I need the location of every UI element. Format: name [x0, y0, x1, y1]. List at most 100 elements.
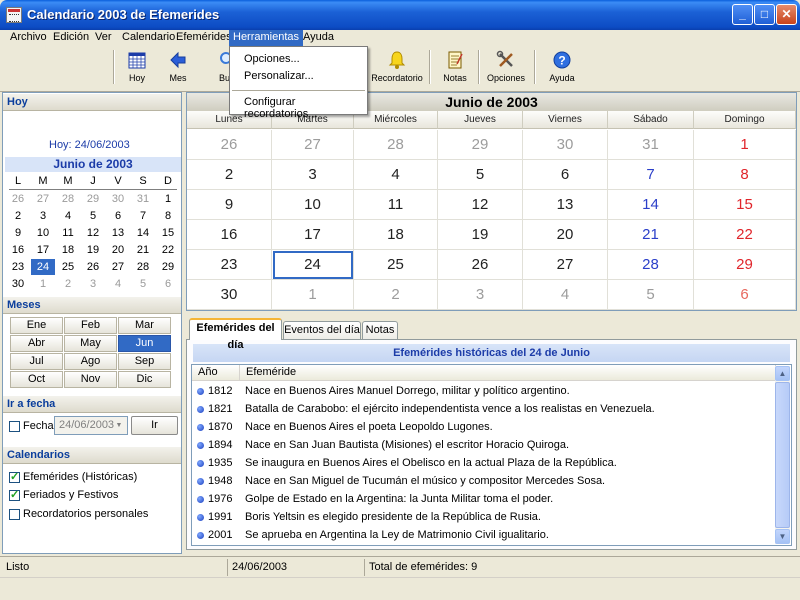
calendar-day-cell[interactable]: 26 [438, 250, 523, 280]
menu-efemerides[interactable]: Efemérides [172, 30, 236, 46]
notas-button[interactable]: Notas [441, 50, 469, 88]
mini-day-cell[interactable]: 3 [31, 208, 55, 224]
mini-day-cell[interactable]: 2 [6, 208, 30, 224]
mini-day-cell[interactable]: 16 [6, 242, 30, 258]
calendar-day-cell[interactable]: 23 [187, 250, 272, 280]
mini-day-cell[interactable]: 2 [56, 276, 80, 292]
opciones-button[interactable]: Opciones [486, 50, 526, 88]
menu-archivo[interactable]: Archivo [6, 30, 51, 46]
ayuda-button[interactable]: ? Ayuda [546, 50, 578, 88]
month-button-jun[interactable]: Jun [118, 335, 171, 352]
close-button[interactable]: ✕ [776, 4, 797, 25]
mini-day-cell[interactable]: 27 [106, 259, 130, 275]
calendar-day-cell[interactable]: 18 [354, 220, 438, 250]
row-year[interactable]: 2001 [208, 529, 232, 541]
month-button-feb[interactable]: Feb [64, 317, 117, 334]
mini-day-cell[interactable]: 15 [156, 225, 180, 241]
calendar-day-cell[interactable]: 1 [272, 280, 354, 310]
calendar-day-cell[interactable]: 19 [438, 220, 523, 250]
mini-day-cell[interactable]: 1 [31, 276, 55, 292]
row-year[interactable]: 1948 [208, 475, 232, 487]
scroll-down-icon[interactable]: ▼ [775, 529, 790, 544]
mini-day-cell[interactable]: 5 [81, 208, 105, 224]
mini-day-cell[interactable]: 7 [131, 208, 155, 224]
month-button-may[interactable]: May [64, 335, 117, 352]
mini-day-cell[interactable]: 10 [31, 225, 55, 241]
mini-day-cell[interactable]: 12 [81, 225, 105, 241]
calendar-day-cell[interactable]: 1 [694, 130, 796, 160]
row-event-text[interactable]: Nace en San Juan Bautista (Misiones) el … [245, 439, 569, 451]
column-header-event[interactable]: Efeméride [240, 365, 776, 381]
menu-item-opciones[interactable]: Opciones... [244, 53, 300, 65]
row-event-text[interactable]: Boris Yeltsin es elegido presidente de l… [245, 511, 541, 523]
month-button-ene[interactable]: Ene [10, 317, 63, 334]
row-year[interactable]: 1894 [208, 439, 232, 451]
calendar-day-cell[interactable]: 30 [187, 280, 272, 310]
calendar-day-cell[interactable]: 15 [694, 190, 796, 220]
mini-day-cell[interactable]: 14 [131, 225, 155, 241]
mini-day-cell[interactable]: 25 [56, 259, 80, 275]
mini-day-cell[interactable]: 23 [6, 259, 30, 275]
calendar-day-cell[interactable]: 27 [523, 250, 608, 280]
mini-day-cell[interactable]: 28 [131, 259, 155, 275]
calendar-day-cell[interactable]: 28 [608, 250, 694, 280]
mini-day-cell[interactable]: 5 [131, 276, 155, 292]
mini-day-cell[interactable]: 8 [156, 208, 180, 224]
mini-day-cell[interactable]: 30 [6, 276, 30, 292]
row-event-text[interactable]: Nace en Buenos Aires el poeta Leopoldo L… [245, 421, 493, 433]
row-year[interactable]: 1935 [208, 457, 232, 469]
scroll-up-icon[interactable]: ▲ [775, 366, 790, 381]
calendar-day-cell[interactable]: 29 [438, 130, 523, 160]
menu-item-personalizar[interactable]: Personalizar... [244, 70, 314, 82]
mini-day-cell[interactable]: 1 [156, 191, 180, 207]
row-event-text[interactable]: Nace en Buenos Aires Manuel Dorrego, mil… [245, 385, 570, 397]
calendar-day-cell[interactable]: 4 [523, 280, 608, 310]
mini-day-cell[interactable]: 4 [56, 208, 80, 224]
menu-item-configurar-recordatorios[interactable]: Configurar recordatorios... [244, 96, 367, 120]
mini-day-cell[interactable]: 24 [31, 259, 55, 275]
calendar-day-cell[interactable]: 12 [438, 190, 523, 220]
menu-calendario[interactable]: Calendario [118, 30, 179, 46]
feriados-checkbox[interactable] [9, 488, 20, 501]
mini-day-cell[interactable]: 26 [6, 191, 30, 207]
calendar-day-cell[interactable]: 22 [694, 220, 796, 250]
mini-day-cell[interactable]: 19 [81, 242, 105, 258]
mini-day-cell[interactable]: 29 [81, 191, 105, 207]
mini-day-cell[interactable]: 30 [106, 191, 130, 207]
menu-ver[interactable]: Ver [91, 30, 116, 46]
calendar-day-cell[interactable]: 29 [694, 250, 796, 280]
minimize-button[interactable]: _ [732, 4, 753, 25]
calendar-day-cell[interactable]: 9 [187, 190, 272, 220]
calendar-day-cell[interactable]: 31 [608, 130, 694, 160]
mini-day-cell[interactable]: 31 [131, 191, 155, 207]
vertical-scrollbar[interactable]: ▲ ▼ [775, 366, 790, 544]
month-button-mar[interactable]: Mar [118, 317, 171, 334]
mini-day-cell[interactable]: 26 [81, 259, 105, 275]
mini-day-cell[interactable]: 6 [156, 276, 180, 292]
recordatorio-button[interactable]: Recordatorio [370, 50, 424, 88]
calendar-day-cell[interactable]: 5 [438, 160, 523, 190]
calendar-day-cell[interactable]: 11 [354, 190, 438, 220]
maximize-button[interactable]: □ [754, 4, 775, 25]
mini-day-cell[interactable]: 27 [31, 191, 55, 207]
recordatorios-checkbox[interactable] [9, 509, 20, 520]
ir-button[interactable]: Ir [131, 416, 178, 435]
calendar-day-cell[interactable]: 25 [354, 250, 438, 280]
mini-day-cell[interactable]: 18 [56, 242, 80, 258]
mes-button[interactable]: Mes [163, 50, 193, 88]
mini-day-cell[interactable]: 3 [81, 276, 105, 292]
menu-herramientas[interactable]: Herramientas [229, 30, 304, 46]
row-year[interactable]: 1991 [208, 511, 232, 523]
mini-day-cell[interactable]: 20 [106, 242, 130, 258]
calendar-day-cell[interactable]: 20 [523, 220, 608, 250]
row-event-text[interactable]: Golpe de Estado en la Argentina: la Junt… [245, 493, 553, 505]
mini-day-cell[interactable]: 9 [6, 225, 30, 241]
month-button-abr[interactable]: Abr [10, 335, 63, 352]
mini-day-cell[interactable]: 4 [106, 276, 130, 292]
mini-day-cell[interactable]: 28 [56, 191, 80, 207]
today-date-label[interactable]: Hoy: 24/06/2003 [49, 139, 130, 151]
menu-ayuda[interactable]: Ayuda [299, 30, 338, 46]
calendar-day-cell[interactable]: 14 [608, 190, 694, 220]
hoy-button[interactable]: Hoy [121, 50, 153, 88]
mini-day-cell[interactable]: 11 [56, 225, 80, 241]
